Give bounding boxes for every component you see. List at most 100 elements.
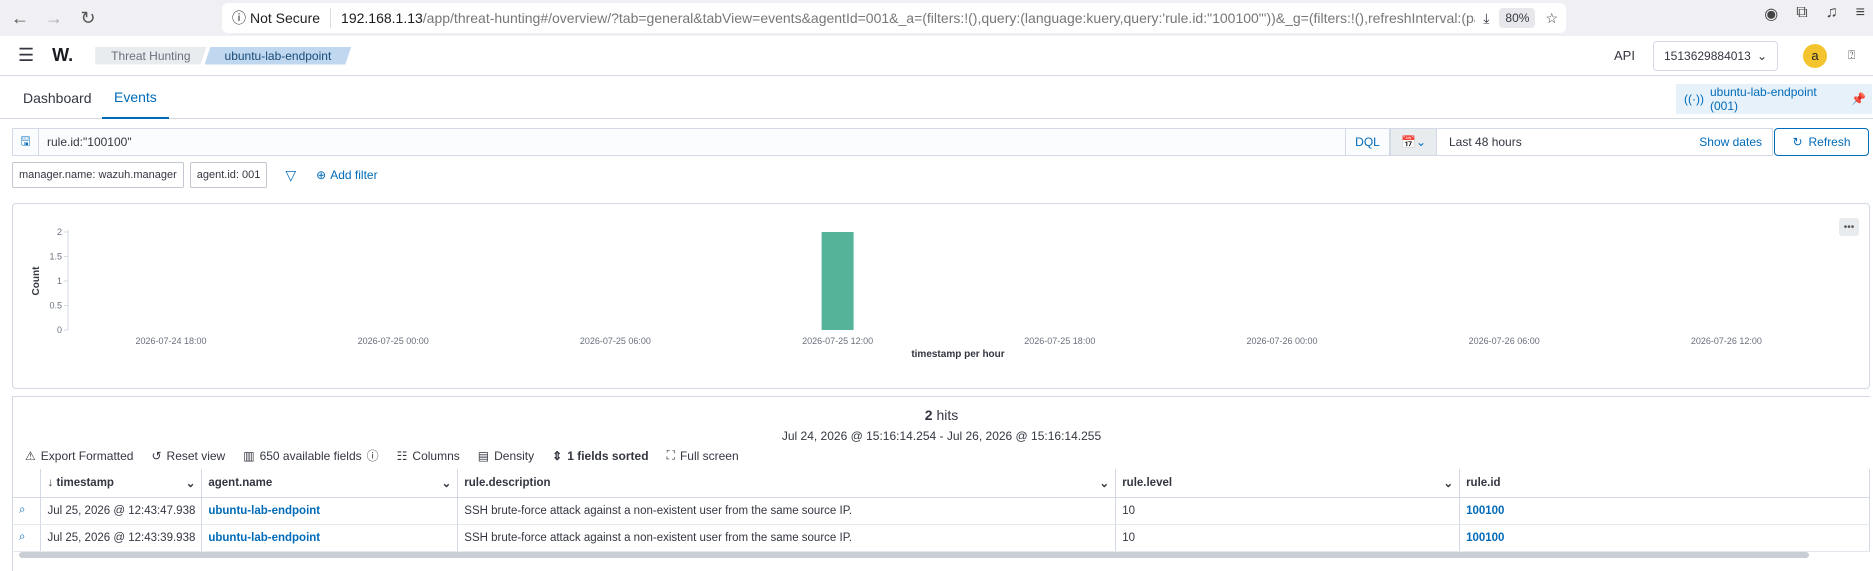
site-info[interactable]: ⓘ Not Secure [222,8,332,28]
extensions-icon[interactable]: ⧉ [1796,4,1807,24]
cell-rule-id-link[interactable]: 100100 [1459,497,1870,525]
cell-rule-id-link[interactable]: 100100 [1459,524,1870,552]
forward-button[interactable]: → [40,4,68,32]
column-label: agent.name [208,476,273,489]
column-header-timestamp[interactable]: ↓ timestamp ⌄ [40,469,203,498]
calendar-icon[interactable]: 📅⌄ [1391,129,1437,155]
y-axis-label: Count [31,266,42,296]
column-label: timestamp [56,476,114,489]
cell-agent-name-link[interactable]: ubuntu-lab-endpoint [201,497,459,525]
show-dates-link[interactable]: Show dates [1699,135,1772,149]
sort-button[interactable]: ⇕ 1 fields sorted [552,449,648,463]
search-bar: 🖫 rule.id:"100100" DQL 📅⌄ Last 48 hours … [12,128,1872,156]
x-tick-label: 2026-07-25 06:00 [580,336,651,346]
filter-bar: manager.name: wazuh.manager agent.id: 00… [12,162,378,188]
query-text[interactable]: rule.id:"100100" [39,135,1345,149]
filter-pill-manager[interactable]: manager.name: wazuh.manager [12,162,184,188]
url-host: 192.168.1.13 [341,10,423,26]
column-header-rule-level[interactable]: rule.level ⌄ [1115,469,1461,498]
breadcrumb-agent[interactable]: ubuntu-lab-endpoint [205,47,352,65]
fullscreen-icon: ⛶ [666,448,675,462]
api-select[interactable]: 1513629884013 ⌄ [1653,40,1778,71]
filter-icon[interactable]: ▽ [285,167,296,184]
export-button[interactable]: ⚠ Export Formatted [25,449,133,463]
app-header: ☰ W. Threat Hunting ubuntu-lab-endpoint … [0,36,1873,76]
hits-count: 2 hits [13,407,1870,423]
column-label: rule.level [1122,476,1173,489]
table-header-row: ↓ timestamp ⌄ agent.name ⌄ rule.descriptio… [13,469,1870,498]
columns-label: Columns [412,448,460,463]
audio-icon[interactable]: ♫ [1826,4,1838,24]
cell-rule-description: SSH brute-force attack against a non-exi… [457,497,1117,525]
filter-pill-agent[interactable]: agent.id: 001 [189,162,268,188]
url-path: /app/threat-hunting#/overview/?tab=gener… [422,10,1516,26]
add-filter-button[interactable]: ⊕ Add filter [316,168,377,182]
agent-pill[interactable]: ((·)) ubuntu-lab-endpoint (001) 📌 [1676,84,1872,114]
menu-icon[interactable]: ≡ [1856,4,1865,24]
horizontal-scrollbar[interactable] [19,552,1809,558]
hits-time-range: Jul 24, 2026 @ 15:16:14.254 - Jul 26, 20… [781,429,1102,443]
x-tick-label: 2026-07-26 00:00 [1246,336,1317,346]
info-icon: ⓘ [366,449,379,463]
available-fields[interactable]: ▥ 650 available fields ⓘ [243,447,378,464]
query-input[interactable]: 🖫 rule.id:"100100" DQL [12,128,1390,156]
density-button[interactable]: ▤ Density [478,449,534,463]
chevron-down-icon[interactable]: ⌄ [1443,476,1453,490]
column-header-rule-description[interactable]: rule.description ⌄ [457,469,1117,498]
date-range-text[interactable]: Last 48 hours [1437,135,1699,149]
fullscreen-button[interactable]: ⛶ Full screen [667,448,739,463]
columns-button[interactable]: ☷ Columns [397,449,460,463]
cell-agent-name-link[interactable]: ubuntu-lab-endpoint [201,524,459,552]
not-secure-label: Not Secure [250,10,321,26]
chevron-down-icon[interactable]: ⌄ [442,476,452,490]
refresh-button[interactable]: ↻ Refresh [1774,128,1869,156]
density-label: Density [494,448,535,463]
breadcrumb-threat-hunting[interactable]: Threat Hunting [95,47,206,65]
inspect-row-icon[interactable]: ⌕ [13,524,42,552]
reload-button[interactable]: ↻ [74,4,102,32]
plus-circle-icon: ⊕ [316,168,327,182]
help-icon[interactable]: ⍰ [1848,48,1855,63]
back-button[interactable]: ← [6,4,34,32]
tabs-row: Dashboard Events ((·)) ubuntu-lab-endpoi… [0,76,1873,119]
pin-icon[interactable]: 📌 [1851,92,1866,106]
cell-rule-description: SSH brute-force attack against a non-exi… [457,524,1117,552]
histogram-bar [821,232,854,330]
y-tick-label: 1.5 [49,252,62,262]
column-label: rule.id [1466,476,1501,489]
inspect-row-icon[interactable]: ⌕ [13,497,42,525]
app-logo[interactable]: W. [52,45,73,66]
histogram-chart: 0 0.5 1 1.5 2 Count 2026-07-24 18:00 2026-07-25… [31,227,1762,360]
warning-icon: ⓘ [232,10,246,26]
reset-icon: ↺ [151,448,162,463]
column-header-agent-name[interactable]: agent.name ⌄ [201,469,459,498]
hits-word: hits [936,407,959,423]
user-avatar[interactable]: a [1803,43,1827,68]
column-header-rule-id[interactable]: rule.id [1459,469,1870,498]
query-language-button[interactable]: DQL [1345,129,1389,155]
refresh-icon: ↻ [1792,135,1803,149]
date-picker[interactable]: 📅⌄ Last 48 hours Show dates [1390,128,1773,156]
chevron-down-icon[interactable]: ⌄ [1100,476,1110,490]
x-tick-label: 2026-07-25 18:00 [1024,336,1095,346]
download-icon[interactable]: ⤓ [1483,10,1489,27]
sort-label: 1 fields sorted [567,448,649,463]
hits-number: 2 [924,407,933,423]
x-tick-label: 2026-07-26 06:00 [1469,336,1540,346]
api-label: API [1614,48,1635,63]
bookmark-star-icon[interactable]: ☆ [1545,10,1558,27]
api-select-value: 1513629884013 [1664,48,1751,63]
hamburger-menu-icon[interactable]: ☰ [18,45,34,66]
x-tick-label: 2026-07-25 12:00 [802,336,873,346]
chevron-down-icon[interactable]: ⌄ [186,476,196,490]
cell-rule-level: 10 [1115,524,1461,552]
address-bar[interactable]: ⓘ Not Secure 192.168.1.13 /app/threat-hu… [222,3,1566,33]
x-tick-label: 2026-07-24 18:00 [135,336,206,346]
tab-dashboard[interactable]: Dashboard [23,76,92,119]
zoom-level[interactable]: 80% [1499,8,1536,28]
y-tick-label: 1 [57,276,62,286]
account-icon[interactable]: ◉ [1764,4,1778,24]
reset-view-button[interactable]: ↺ Reset view [151,449,225,463]
save-query-icon[interactable]: 🖫 [13,129,39,155]
tab-events[interactable]: Events [102,76,169,119]
